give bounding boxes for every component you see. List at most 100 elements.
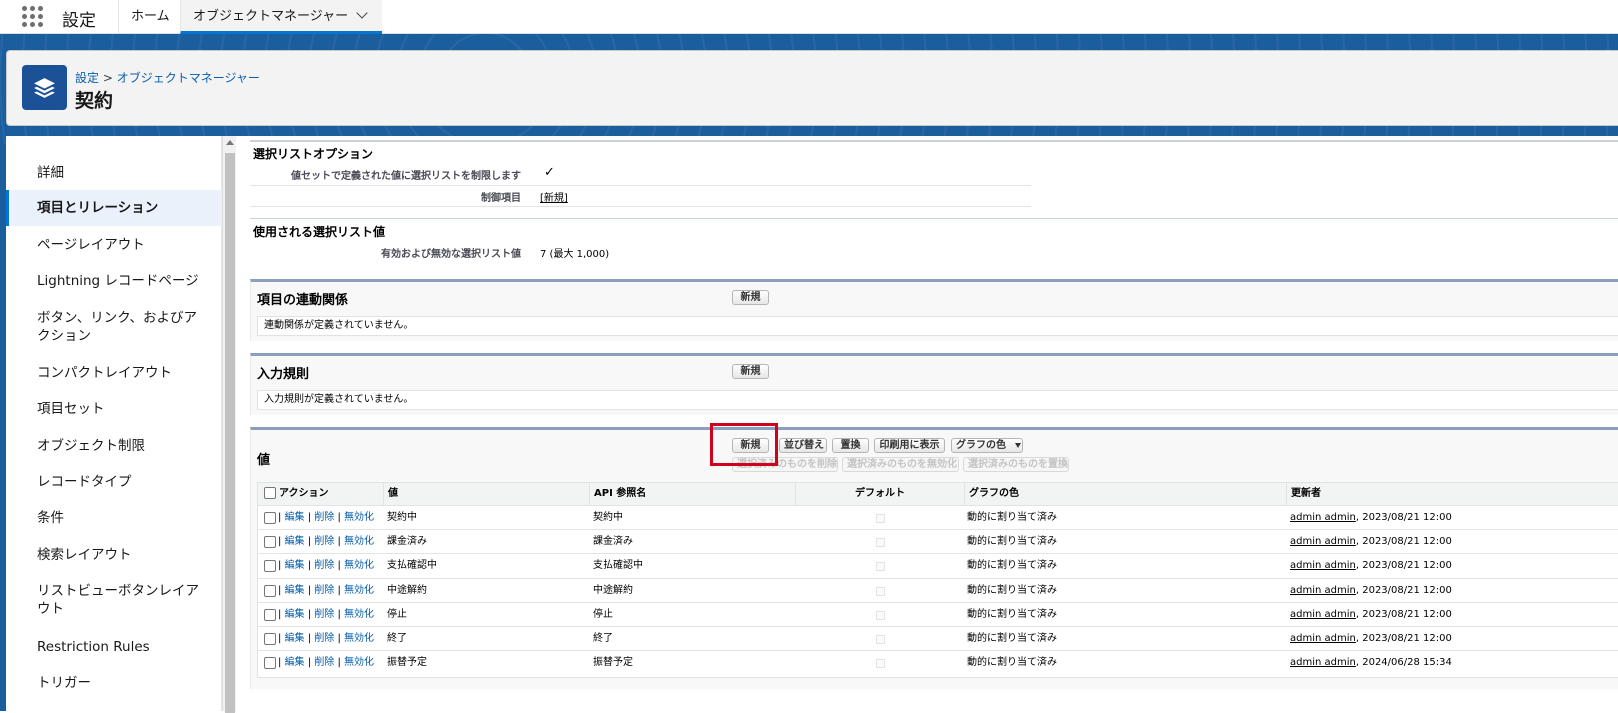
sidebar-item-compact-layouts[interactable]: コンパクトレイアウト bbox=[6, 364, 222, 382]
table-row: | 編集 | 削除 | 無効化 課金済み 課金済み 動的に割り当て済み admin ad… bbox=[258, 529, 1618, 553]
controlling-field-new-link[interactable]: [新規] bbox=[540, 189, 568, 204]
action-separator: | bbox=[278, 560, 282, 572]
deactivate-link[interactable]: 無効化 bbox=[344, 512, 374, 523]
deactivate-link[interactable]: 無効化 bbox=[344, 560, 374, 571]
sidebar-item-restriction-rules[interactable]: Restriction Rules bbox=[6, 638, 222, 656]
column-header-modified-by[interactable]: 更新者 bbox=[1287, 483, 1618, 505]
deactivate-link[interactable]: 無効化 bbox=[344, 609, 374, 620]
table-row: | 編集 | 削除 | 無効化 中途解約 中途解約 動的に割り当て済み admin ad… bbox=[258, 577, 1618, 602]
sidebar-item-page-layouts[interactable]: ページレイアウト bbox=[6, 236, 222, 254]
edit-link[interactable]: 編集 bbox=[285, 560, 305, 571]
modified-by-user-link[interactable]: admin admin bbox=[1290, 560, 1356, 571]
deactivate-selected-button[interactable]: 選択済みのものを無効化 bbox=[842, 457, 959, 472]
row-divider bbox=[250, 185, 1031, 186]
modified-by-user-link[interactable]: admin admin bbox=[1290, 536, 1356, 547]
sidebar-item-field-sets[interactable]: 項目セット bbox=[6, 400, 222, 418]
delete-link[interactable]: 削除 bbox=[314, 512, 334, 523]
printable-view-button[interactable]: 印刷用に表示 bbox=[874, 438, 945, 453]
column-header-value[interactable]: 値 bbox=[384, 483, 590, 505]
delete-link[interactable]: 削除 bbox=[314, 633, 334, 644]
action-separator: | bbox=[307, 657, 312, 669]
column-header-api-name[interactable]: API 参照名 bbox=[590, 483, 796, 505]
deactivate-link[interactable]: 無効化 bbox=[344, 633, 374, 644]
edit-link[interactable]: 編集 bbox=[285, 633, 305, 644]
sidebar-scrollbar[interactable] bbox=[222, 136, 236, 713]
row-default-checkbox bbox=[876, 586, 885, 596]
action-separator: | bbox=[337, 608, 341, 620]
new-validation-rule-button[interactable]: 新規 bbox=[732, 364, 769, 379]
delete-link[interactable]: 削除 bbox=[314, 609, 334, 620]
select-all-checkbox[interactable] bbox=[264, 487, 276, 499]
row-modified-by: admin admin, 2023/08/21 12:00 bbox=[1290, 603, 1452, 627]
row-checkbox[interactable] bbox=[264, 633, 276, 645]
field-dependencies-section: 項目の連動関係 新規 連動関係が定義されていません。 bbox=[250, 279, 1618, 341]
action-separator: | bbox=[307, 560, 312, 572]
column-header-action: アクション bbox=[258, 483, 384, 505]
delete-link[interactable]: 削除 bbox=[314, 585, 334, 596]
column-header-default[interactable]: デフォルト bbox=[796, 483, 965, 505]
sidebar-item-record-types[interactable]: レコードタイプ bbox=[6, 473, 222, 491]
sidebar-item-details[interactable]: 詳細 bbox=[6, 164, 222, 182]
sidebar-item-list-view-button-layout[interactable]: リストビューボタンレイア ウト bbox=[6, 582, 222, 618]
row-checkbox[interactable] bbox=[264, 560, 276, 573]
modified-by-user-link[interactable]: admin admin bbox=[1290, 609, 1356, 620]
edit-link[interactable]: 編集 bbox=[285, 657, 305, 668]
row-actions: | 編集 | 削除 | 無効化 bbox=[278, 603, 374, 627]
row-chart-color: 動的に割り当て済み bbox=[967, 657, 1057, 669]
used-values-heading: 使用される選択リスト値 bbox=[253, 225, 386, 239]
sidebar-item-fields-relationships[interactable]: 項目とリレーション bbox=[6, 190, 222, 226]
chevron-down-icon[interactable] bbox=[356, 7, 368, 19]
reorder-button[interactable]: 並び替え bbox=[779, 438, 827, 453]
new-dependency-button[interactable]: 新規 bbox=[732, 290, 769, 305]
row-checkbox[interactable] bbox=[264, 512, 276, 524]
deactivate-link[interactable]: 無効化 bbox=[344, 585, 374, 596]
delete-link[interactable]: 削除 bbox=[314, 560, 334, 571]
sidebar-item-search-layouts[interactable]: 検索レイアウト bbox=[6, 546, 222, 564]
tab-object-manager[interactable]: オブジェクトマネージャー bbox=[180, 0, 382, 34]
column-header-chart-color[interactable]: グラフの色 bbox=[965, 483, 1287, 505]
action-separator: | bbox=[307, 584, 312, 596]
deactivate-link[interactable]: 無効化 bbox=[344, 657, 374, 668]
tab-home[interactable]: ホーム bbox=[118, 0, 182, 34]
row-checkbox[interactable] bbox=[264, 657, 276, 670]
sidebar-item-buttons-links-actions[interactable]: ボタン、リンク、およびア クション bbox=[6, 309, 222, 345]
replace-selected-button[interactable]: 選択済みのものを置換 bbox=[963, 457, 1069, 472]
row-checkbox[interactable] bbox=[264, 608, 276, 621]
breadcrumb-object-manager-link[interactable]: オブジェクトマネージャー bbox=[117, 71, 260, 85]
sidebar-item-conditions[interactable]: 条件 bbox=[6, 509, 222, 527]
chart-color-select[interactable]: グラフの色 bbox=[951, 438, 1023, 453]
action-separator: | bbox=[278, 584, 282, 596]
sidebar-item-object-limits[interactable]: オブジェクト制限 bbox=[6, 437, 222, 455]
row-default-checkbox bbox=[876, 538, 885, 548]
used-values-label: 有効および無効な選択リスト値 bbox=[381, 249, 521, 260]
edit-link[interactable]: 編集 bbox=[285, 609, 305, 620]
row-checkbox[interactable] bbox=[264, 584, 276, 597]
edit-link[interactable]: 編集 bbox=[285, 536, 305, 547]
row-actions: | 編集 | 削除 | 無効化 bbox=[278, 506, 374, 530]
modified-by-user-link[interactable]: admin admin bbox=[1290, 633, 1356, 644]
breadcrumb-setup-link[interactable]: 設定 bbox=[75, 71, 99, 85]
replace-button[interactable]: 置換 bbox=[832, 438, 869, 453]
modified-by-user-link[interactable]: admin admin bbox=[1290, 585, 1356, 596]
delete-link[interactable]: 削除 bbox=[314, 657, 334, 668]
scroll-up-arrow-icon[interactable] bbox=[226, 140, 234, 145]
action-separator: | bbox=[337, 657, 341, 669]
edit-link[interactable]: 編集 bbox=[285, 585, 305, 596]
app-launcher-icon[interactable] bbox=[22, 6, 44, 28]
sidebar-item-lightning-record-pages[interactable]: Lightning レコードページ bbox=[6, 272, 222, 290]
row-checkbox[interactable] bbox=[264, 536, 276, 549]
row-api-name: 終了 bbox=[593, 633, 613, 644]
modified-by-user-link[interactable]: admin admin bbox=[1290, 512, 1356, 523]
delete-link[interactable]: 削除 bbox=[314, 536, 334, 547]
deactivate-link[interactable]: 無効化 bbox=[344, 536, 374, 547]
scroll-thumb[interactable] bbox=[225, 153, 235, 713]
row-chart-color: 動的に割り当て済み bbox=[967, 536, 1057, 548]
modified-by-user-link[interactable]: admin admin bbox=[1290, 657, 1356, 668]
dropdown-arrow-icon bbox=[1015, 443, 1021, 448]
edit-link[interactable]: 編集 bbox=[285, 512, 305, 523]
sidebar-item-triggers[interactable]: トリガー bbox=[6, 674, 222, 692]
used-values-count: 7 (最大 1,000) bbox=[540, 249, 610, 260]
restrict-picklist-label: 値セットで定義された値に選択リストを制限します bbox=[291, 171, 521, 182]
modified-date: , 2024/06/28 15:34 bbox=[1355, 657, 1452, 669]
table-row: | 編集 | 削除 | 無効化 支払確認中 支払確認中 動的に割り当て済み admin … bbox=[258, 553, 1618, 577]
